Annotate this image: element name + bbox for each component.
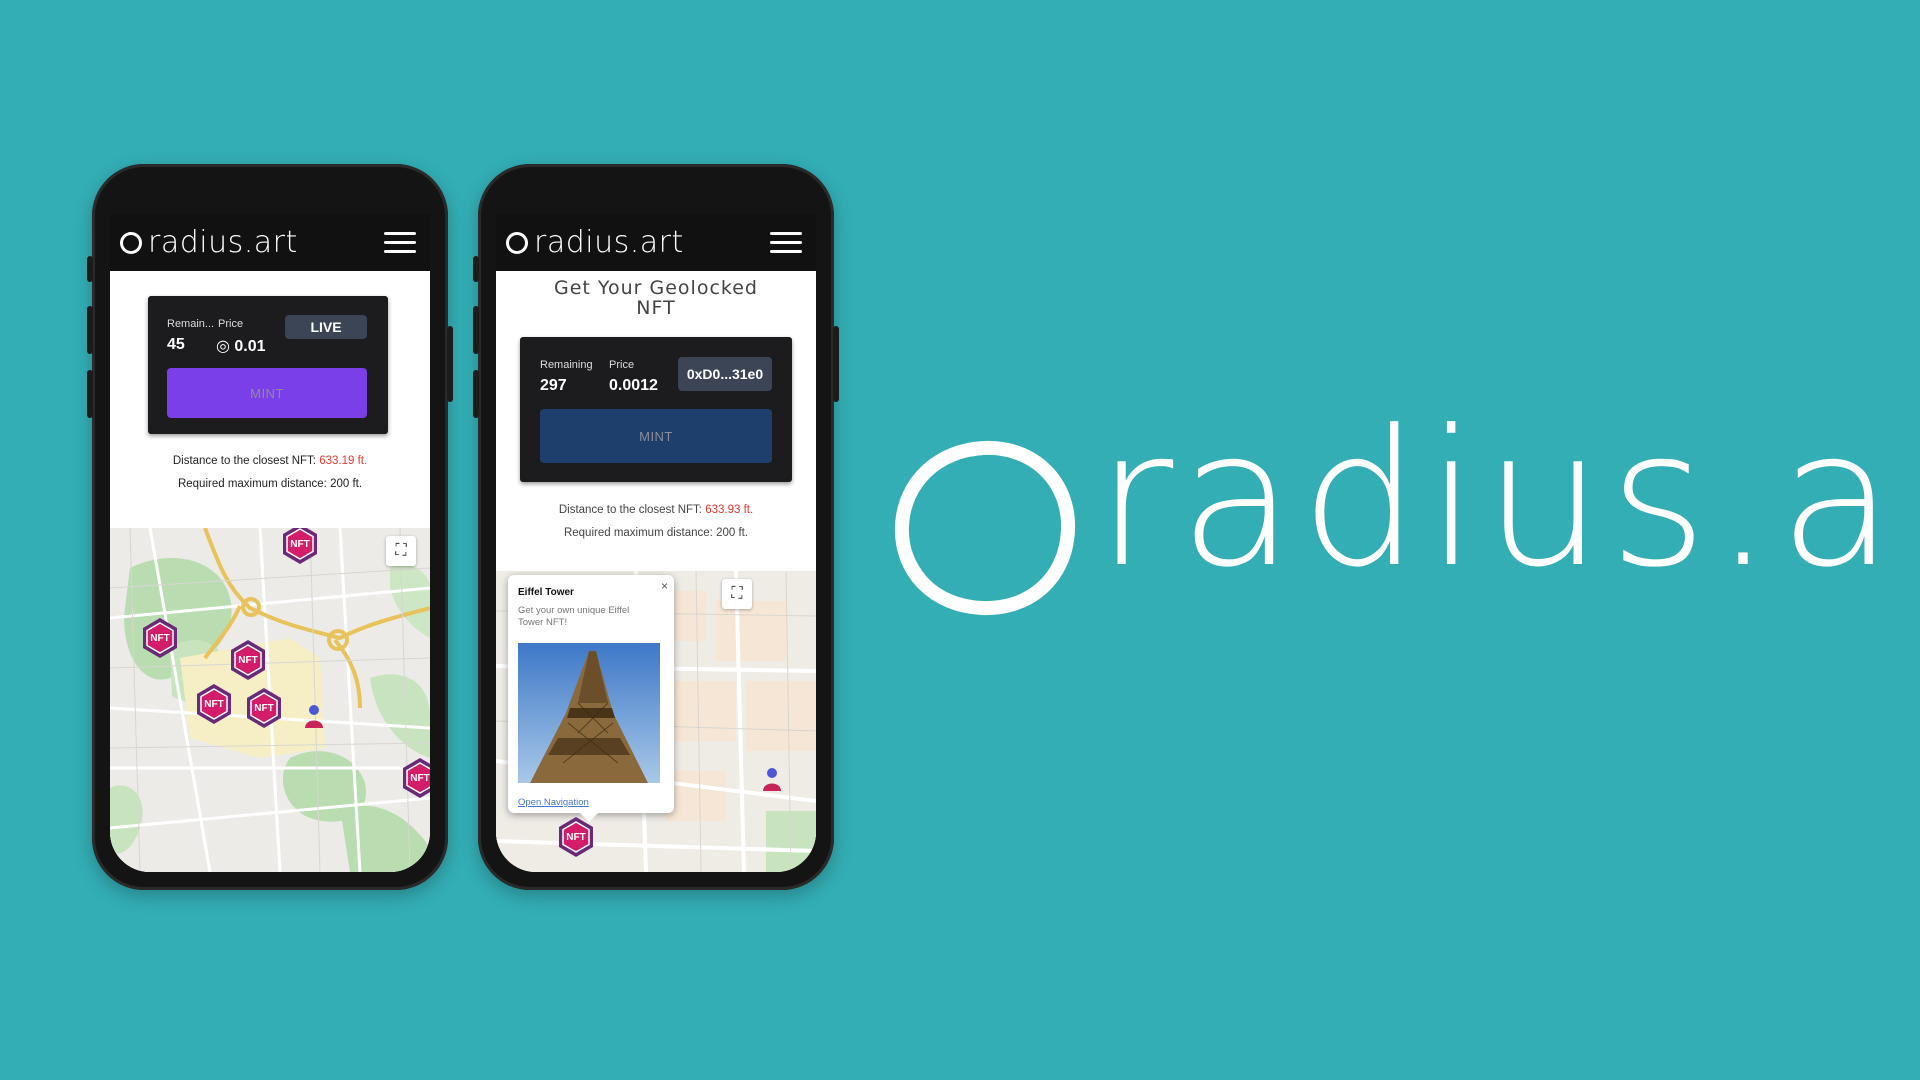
radius-ring-logo — [120, 231, 142, 254]
hamburger-menu-icon[interactable] — [384, 232, 416, 253]
nft-marker-icon[interactable]: NFT — [556, 815, 596, 859]
phone-screen: radius.art Remain... Price 45 ◎ 0.01 LIV… — [110, 214, 430, 872]
price-label: Price — [609, 359, 635, 371]
nft-marker-icon[interactable]: NFT — [400, 756, 430, 800]
user-location-icon — [305, 705, 323, 728]
map-popup: Eiffel Tower × Get your own unique Eiffe… — [508, 575, 674, 822]
phone-side-button — [473, 306, 479, 354]
hamburger-menu-icon[interactable] — [770, 232, 802, 253]
fullscreen-icon[interactable]: ⛶ — [722, 579, 752, 609]
nav-brand[interactable]: radius.art — [120, 225, 298, 260]
nav-brand[interactable]: radius.art — [506, 225, 684, 260]
svg-text:NFT: NFT — [254, 703, 273, 714]
mint-button[interactable]: MINT — [540, 409, 772, 463]
popup-title: Eiffel Tower — [518, 587, 574, 598]
nft-marker-icon[interactable]: NFT — [228, 638, 268, 682]
phone-mockup-left: radius.art Remain... Price 45 ◎ 0.01 LIV… — [87, 164, 453, 890]
phone-side-button — [473, 370, 479, 418]
required-distance-text: Required maximum distance: 200 ft. — [563, 527, 749, 539]
mint-card: Remain... Price 45 ◎ 0.01 LIVE MINT — [148, 296, 388, 434]
svg-text:NFT: NFT — [566, 832, 585, 843]
brand-wordmark: radius.art — [1096, 390, 1920, 609]
eiffel-tower-image — [518, 643, 660, 783]
remaining-value: 45 — [167, 336, 185, 353]
radius-ring-logo — [894, 440, 1076, 616]
distance-text: Distance to the closest NFT: 633.19 ft. — [172, 455, 368, 467]
svg-text:NFT: NFT — [204, 699, 223, 710]
remaining-value: 297 — [540, 377, 567, 394]
svg-text:NFT: NFT — [290, 539, 309, 550]
phone-mockup-right: radius.art Get Your Geolocked NFT Remain… — [473, 164, 839, 890]
nft-marker-icon[interactable]: NFT — [244, 686, 284, 730]
distance-text: Distance to the closest NFT: 633.93 ft. — [558, 504, 754, 516]
map-view[interactable]: ⛶ Eiffel Tower × Get your own unique Eif… — [496, 571, 816, 872]
svg-text:NFT: NFT — [410, 773, 429, 784]
phone-side-button — [87, 256, 93, 282]
brand-name: radius.art — [534, 225, 684, 260]
phone-side-button — [447, 326, 453, 402]
brand-name: radius.art — [148, 225, 298, 260]
remaining-label: Remaining — [540, 359, 593, 371]
live-status-badge: LIVE — [285, 315, 367, 339]
phone-side-button — [473, 256, 479, 282]
wallet-address-button[interactable]: 0xD0...31e0 — [678, 357, 772, 391]
user-location-icon — [763, 768, 781, 791]
map-view[interactable]: ⛶ NFT NFT NFT NFT NFT NFT — [110, 528, 430, 872]
svg-text:NFT: NFT — [150, 633, 169, 644]
mint-card: Remaining Price 297 0.0012 0xD0...31e0 M… — [520, 337, 792, 482]
svg-text:NFT: NFT — [238, 655, 257, 666]
distance-value: 633.19 ft. — [319, 455, 368, 467]
open-navigation-link[interactable]: Open Navigation — [518, 797, 589, 808]
phone-side-button — [833, 326, 839, 402]
nft-marker-icon[interactable]: NFT — [140, 616, 180, 660]
heading-line: Get Your Geolocked — [554, 277, 758, 299]
phone-side-button — [87, 370, 93, 418]
mint-button[interactable]: MINT — [167, 368, 367, 418]
fullscreen-icon[interactable]: ⛶ — [386, 536, 416, 566]
nft-marker-icon[interactable]: NFT — [280, 528, 320, 566]
top-navbar: radius.art — [496, 214, 816, 271]
price-value: ◎ 0.01 — [216, 338, 266, 355]
radius-ring-logo — [506, 231, 528, 254]
nft-marker-icon[interactable]: NFT — [194, 682, 234, 726]
top-navbar: radius.art — [110, 214, 430, 271]
distance-value: 633.93 ft. — [705, 504, 754, 516]
phone-screen: radius.art Get Your Geolocked NFT Remain… — [496, 214, 816, 872]
price-value: 0.0012 — [609, 377, 658, 394]
price-label: Price — [218, 318, 244, 330]
heading-line: NFT — [636, 297, 676, 319]
required-distance-text: Required maximum distance: 200 ft. — [177, 478, 363, 490]
remaining-label: Remain... — [167, 318, 215, 330]
popup-description: Get your own unique Eiffel Tower NFT! — [518, 605, 630, 628]
page-heading: Get Your Geolocked NFT — [496, 278, 816, 318]
phone-side-button — [87, 306, 93, 354]
close-icon[interactable]: × — [661, 579, 668, 593]
